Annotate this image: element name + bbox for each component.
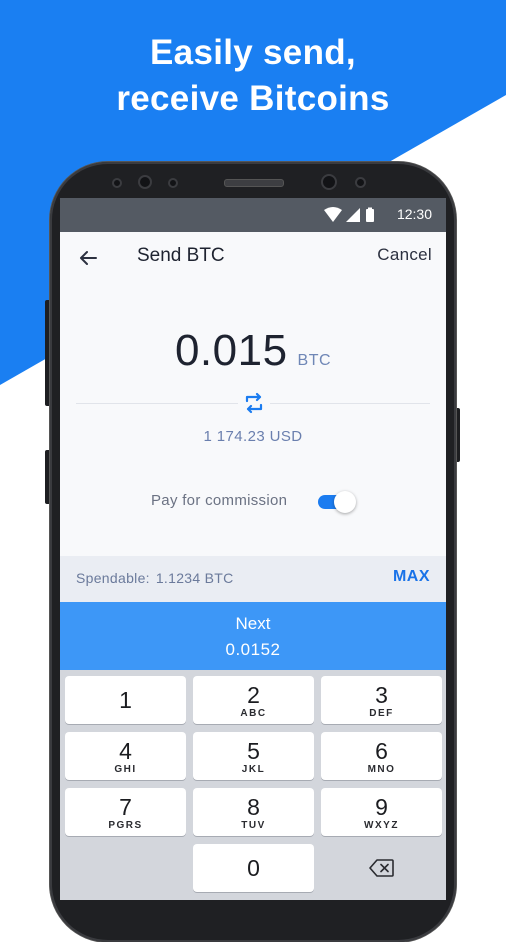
status-time: 12:30 — [396, 206, 432, 222]
headline-line-1: Easily send, — [150, 33, 356, 72]
spendable-info: Spendable: 1.1234 BTC — [76, 570, 234, 586]
spendable-value: 1.1234 BTC — [155, 570, 234, 586]
status-icons — [324, 207, 374, 222]
amount-display[interactable]: 0.015 BTC — [60, 326, 446, 386]
commission-toggle[interactable] — [316, 490, 358, 514]
key-digit: 1 — [119, 687, 132, 713]
phone-top-bezel — [50, 162, 456, 198]
key-8[interactable]: 8 TUV — [193, 788, 314, 836]
battery-icon — [366, 209, 374, 222]
key-digit: 7 — [119, 794, 132, 820]
key-digit: 3 — [375, 682, 388, 708]
key-6[interactable]: 6 MNO — [321, 732, 442, 780]
key-3[interactable]: 3 DEF — [321, 676, 442, 724]
amount-unit: BTC — [297, 352, 332, 369]
iris-sensor — [138, 175, 152, 189]
proximity-sensor — [112, 178, 122, 188]
fiat-amount: 1 174.23 USD — [203, 428, 303, 445]
numeric-keypad: 1 2 ABC 3 DEF 4 GHI 5 JKL 6 MNO 7 PGRS 8… — [60, 670, 446, 900]
key-letters: JKL — [241, 764, 266, 775]
key-letters: WXYZ — [364, 820, 399, 831]
wifi-icon — [324, 207, 342, 222]
next-label: Next — [235, 614, 271, 633]
key-digit: 6 — [375, 738, 388, 764]
backspace-key[interactable] — [321, 844, 442, 892]
max-button[interactable]: MAX — [393, 568, 430, 586]
headline-line-2: receive Bitcoins — [116, 79, 390, 118]
toggle-thumb — [334, 491, 356, 513]
key-0[interactable]: 0 — [193, 844, 314, 892]
key-7[interactable]: 7 PGRS — [65, 788, 186, 836]
key-1[interactable]: 1 — [65, 676, 186, 724]
light-sensor — [168, 178, 178, 188]
next-button[interactable]: Next 0.0152 — [60, 602, 446, 670]
status-bar: 12:30 — [60, 198, 446, 232]
iris-camera — [355, 177, 366, 188]
key-4[interactable]: 4 GHI — [65, 732, 186, 780]
key-letters: PGRS — [108, 820, 143, 831]
key-letters: DEF — [369, 708, 394, 719]
swap-icon[interactable] — [238, 388, 270, 418]
key-digit: 8 — [247, 794, 260, 820]
front-camera — [321, 174, 337, 190]
phone-screen: 12:30 Send BTC Cancel 0.015 BTC 1 174.23 … — [60, 198, 446, 900]
spendable-label: Spendable: — [76, 570, 150, 586]
spendable-bar: Spendable: 1.1234 BTC MAX — [60, 556, 446, 602]
arrow-left-icon[interactable] — [74, 244, 102, 272]
app-bar: Send BTC Cancel — [60, 232, 446, 282]
signal-icon — [346, 208, 360, 222]
key-letters: MNO — [367, 764, 396, 775]
key-letters: GHI — [114, 764, 137, 775]
key-9[interactable]: 9 WXYZ — [321, 788, 442, 836]
earpiece-speaker — [224, 179, 284, 187]
key-letters: ABC — [240, 708, 267, 719]
amount-value: 0.015 — [174, 326, 288, 375]
commission-label: Pay for commission — [151, 492, 288, 509]
key-letters: TUV — [241, 820, 266, 831]
key-5[interactable]: 5 JKL — [193, 732, 314, 780]
key-2[interactable]: 2 ABC — [193, 676, 314, 724]
backspace-icon — [369, 859, 394, 877]
key-digit: 4 — [119, 738, 132, 764]
key-digit: 9 — [375, 794, 388, 820]
key-digit: 0 — [247, 855, 260, 881]
page-title: Send BTC — [137, 245, 225, 266]
next-amount: 0.0152 — [225, 640, 281, 659]
promo-headline: Easily send, receive Bitcoins — [0, 30, 506, 122]
key-digit: 5 — [247, 738, 260, 764]
key-digit: 2 — [247, 682, 260, 708]
cancel-button[interactable]: Cancel — [377, 245, 432, 265]
